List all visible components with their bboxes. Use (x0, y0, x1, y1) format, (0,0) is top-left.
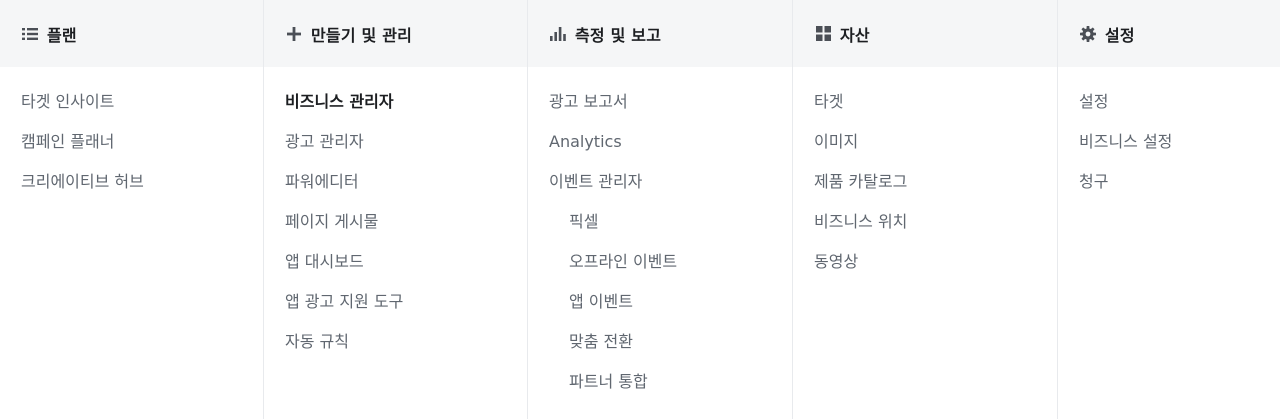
menu-item-ads-reporting[interactable]: 광고 보고서 (528, 89, 792, 129)
menu-item-business-manager[interactable]: 비즈니스 관리자 (264, 89, 527, 129)
menu-item-list: 설정 비즈니스 설정 청구 (1058, 67, 1280, 209)
plus-icon (286, 26, 302, 42)
gear-icon (1080, 25, 1096, 42)
navigation-mega-menu: 플랜 타겟 인사이트 캠페인 플래너 크리에이티브 허브 만들기 및 관리 비즈… (0, 0, 1280, 419)
menu-item-events-manager[interactable]: 이벤트 관리자 (528, 169, 792, 209)
menu-item-pixels[interactable]: 픽셀 (528, 209, 792, 249)
menu-item-app-dashboard[interactable]: 앱 대시보드 (264, 249, 527, 289)
grid-icon (815, 26, 831, 42)
menu-item-automated-rules[interactable]: 자동 규칙 (264, 329, 527, 369)
menu-item-app-ads-helper[interactable]: 앱 광고 지원 도구 (264, 289, 527, 329)
column-header-create-manage: 만들기 및 관리 (264, 0, 527, 67)
menu-item-offline-events[interactable]: 오프라인 이벤트 (528, 249, 792, 289)
column-header-plan: 플랜 (0, 0, 263, 67)
list-icon (22, 26, 38, 42)
menu-item-billing[interactable]: 청구 (1058, 169, 1280, 209)
menu-item-custom-conversions[interactable]: 맞춤 전환 (528, 329, 792, 369)
bar-chart-icon (550, 26, 566, 42)
column-title: 측정 및 보고 (575, 25, 662, 45)
menu-item-power-editor[interactable]: 파워에디터 (264, 169, 527, 209)
menu-item-analytics[interactable]: Analytics (528, 129, 792, 169)
menu-item-list: 비즈니스 관리자 광고 관리자 파워에디터 페이지 게시물 앱 대시보드 앱 광… (264, 67, 527, 369)
column-title: 플랜 (47, 25, 77, 45)
menu-column-settings: 설정 설정 비즈니스 설정 청구 (1058, 0, 1280, 419)
menu-item-partner-integrations[interactable]: 파트너 통합 (528, 369, 792, 409)
menu-item-audiences[interactable]: 타겟 (793, 89, 1057, 129)
column-title: 설정 (1105, 25, 1135, 45)
menu-item-ads-manager[interactable]: 광고 관리자 (264, 129, 527, 169)
column-header-assets: 자산 (793, 0, 1057, 67)
column-title: 만들기 및 관리 (311, 25, 413, 45)
menu-item-page-posts[interactable]: 페이지 게시물 (264, 209, 527, 249)
menu-item-business-locations[interactable]: 비즈니스 위치 (793, 209, 1057, 249)
menu-item-campaign-planner[interactable]: 캠페인 플래너 (0, 129, 263, 169)
menu-item-list: 타겟 이미지 제품 카탈로그 비즈니스 위치 동영상 (793, 67, 1057, 289)
menu-item-creative-hub[interactable]: 크리에이티브 허브 (0, 169, 263, 209)
menu-column-create-manage: 만들기 및 관리 비즈니스 관리자 광고 관리자 파워에디터 페이지 게시물 앱… (264, 0, 528, 419)
column-header-measure-report: 측정 및 보고 (528, 0, 792, 67)
column-title: 자산 (840, 25, 870, 45)
menu-item-settings[interactable]: 설정 (1058, 89, 1280, 129)
menu-item-list: 타겟 인사이트 캠페인 플래너 크리에이티브 허브 (0, 67, 263, 209)
menu-item-app-events[interactable]: 앱 이벤트 (528, 289, 792, 329)
menu-item-product-catalogs[interactable]: 제품 카탈로그 (793, 169, 1057, 209)
menu-column-plan: 플랜 타겟 인사이트 캠페인 플래너 크리에이티브 허브 (0, 0, 264, 419)
menu-column-measure-report: 측정 및 보고 광고 보고서 Analytics 이벤트 관리자 픽셀 오프라인… (528, 0, 793, 419)
menu-item-list: 광고 보고서 Analytics 이벤트 관리자 픽셀 오프라인 이벤트 앱 이… (528, 67, 792, 409)
menu-item-business-settings[interactable]: 비즈니스 설정 (1058, 129, 1280, 169)
column-header-settings: 설정 (1058, 0, 1280, 67)
menu-column-assets: 자산 타겟 이미지 제품 카탈로그 비즈니스 위치 동영상 (793, 0, 1058, 419)
menu-item-audience-insights[interactable]: 타겟 인사이트 (0, 89, 263, 129)
menu-item-videos[interactable]: 동영상 (793, 249, 1057, 289)
menu-item-images[interactable]: 이미지 (793, 129, 1057, 169)
